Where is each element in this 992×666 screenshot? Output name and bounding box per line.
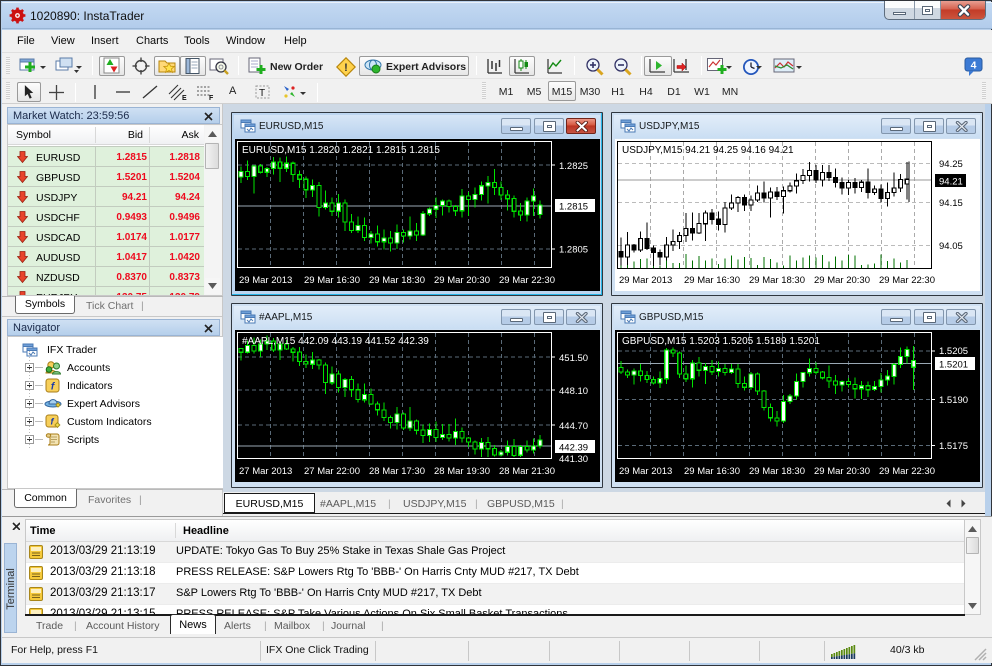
svg-text:28 Mar 19:30: 28 Mar 19:30 [434,466,490,477]
svg-text:USDJPY,M15 94.21 94.25 94.16: USDJPY,M15 94.21 94.25 94.16 94.21 [622,145,794,156]
svg-text:442.39: 442.39 [559,443,588,454]
svg-text:94.15: 94.15 [939,198,963,209]
svg-text:GBPUSD,M15 1.5203 1.5205 1.51: GBPUSD,M15 1.5203 1.5205 1.5189 1.5201 [622,336,820,347]
svg-text:451.50: 451.50 [559,353,588,364]
svg-text:28 Mar 21:30: 28 Mar 21:30 [499,466,555,477]
svg-text:29 Mar 18:30: 29 Mar 18:30 [749,275,805,286]
svg-text:29 Mar 22:30: 29 Mar 22:30 [879,275,935,286]
svg-text:448.10: 448.10 [559,386,588,397]
svg-text:29 Mar 2013: 29 Mar 2013 [239,275,292,286]
svg-text:1.5201: 1.5201 [939,360,968,371]
svg-text:29 Mar 20:30: 29 Mar 20:30 [814,275,870,286]
svg-text:444.70: 444.70 [559,421,588,432]
svg-text:F: F [209,95,214,101]
svg-text:!: ! [344,62,348,74]
svg-text:E: E [182,95,187,101]
svg-text:94.25: 94.25 [939,159,963,170]
svg-text:#AAPL,M15 442.09 443.19 441.5: #AAPL,M15 442.09 443.19 441.52 442.39 [242,336,429,347]
svg-text:29 Mar 22:30: 29 Mar 22:30 [499,275,555,286]
svg-text:1.2815: 1.2815 [559,202,588,213]
svg-text:29 Mar 20:30: 29 Mar 20:30 [434,275,490,286]
svg-text:4: 4 [971,60,977,72]
svg-text:T: T [259,88,265,99]
svg-text:29 Mar 16:30: 29 Mar 16:30 [684,466,740,477]
svg-text:28 Mar 17:30: 28 Mar 17:30 [369,466,425,477]
svg-text:1.5190: 1.5190 [939,395,968,406]
svg-text:1.5205: 1.5205 [939,346,968,357]
svg-text:29 Mar 18:30: 29 Mar 18:30 [369,275,425,286]
svg-text:29 Mar 22:30: 29 Mar 22:30 [879,466,935,477]
svg-text:441.30: 441.30 [559,454,588,465]
svg-text:1.2825: 1.2825 [559,161,588,172]
svg-text:29 Mar 20:30: 29 Mar 20:30 [814,466,870,477]
svg-text:94.05: 94.05 [939,241,963,252]
svg-text:29 Mar 2013: 29 Mar 2013 [619,466,672,477]
svg-text:1.5175: 1.5175 [939,441,968,452]
svg-text:29 Mar 16:30: 29 Mar 16:30 [304,275,360,286]
svg-text:27 Mar 22:00: 27 Mar 22:00 [304,466,360,477]
svg-text:29 Mar 2013: 29 Mar 2013 [619,275,672,286]
svg-text:EURUSD,M15 1.2820 1.2821 1.28: EURUSD,M15 1.2820 1.2821 1.2815 1.2815 [242,145,440,156]
svg-text:29 Mar 16:30: 29 Mar 16:30 [684,275,740,286]
svg-text:1.2805: 1.2805 [559,245,588,256]
svg-text:94.21: 94.21 [939,177,963,188]
svg-text:29 Mar 18:30: 29 Mar 18:30 [749,466,805,477]
svg-text:27 Mar 2013: 27 Mar 2013 [239,466,292,477]
